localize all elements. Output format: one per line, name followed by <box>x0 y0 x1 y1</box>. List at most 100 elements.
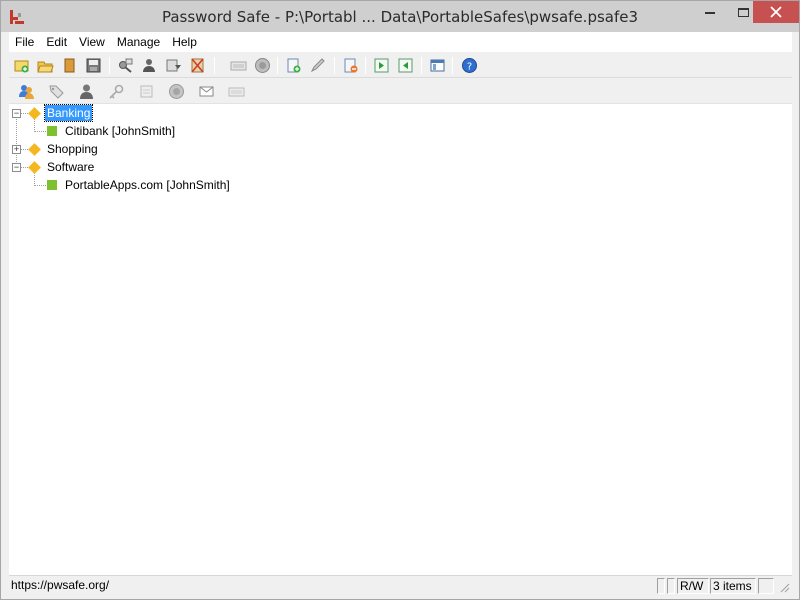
copy-notes-icon <box>166 59 181 72</box>
minimize-icon <box>705 12 715 14</box>
entry-label[interactable]: PortableApps.com [JohnSmith] <box>63 177 232 193</box>
close-database-button[interactable] <box>60 56 79 75</box>
title-bar[interactable]: Password Safe - P:\Portabl ... Data\Port… <box>1 1 799 32</box>
close-button[interactable] <box>753 1 799 23</box>
group-icon <box>28 160 41 174</box>
entry-tree[interactable]: − Banking Citibank [JohnSmith] + Shoppin… <box>9 103 792 575</box>
toolbar-separator <box>365 57 366 74</box>
copy-notes-button[interactable] <box>164 56 183 75</box>
tree-group-software[interactable]: Software <box>28 158 96 176</box>
copy-username-button[interactable] <box>140 56 159 75</box>
close-database-icon <box>64 58 75 73</box>
tree-entry-portableapps[interactable]: PortableApps.com [JohnSmith] <box>47 176 232 194</box>
tree-group-banking[interactable]: Banking <box>28 104 94 122</box>
open-database-icon <box>37 61 54 73</box>
autotype-icon <box>230 61 247 71</box>
close-icon <box>770 6 782 18</box>
delete-entry-button[interactable] <box>341 56 360 75</box>
window-title: Password Safe - P:\Portabl ... Data\Port… <box>161 8 639 26</box>
status-bar: https://pwsafe.org/ R/W 3 items <box>9 575 792 595</box>
toolbar-separator <box>452 57 453 74</box>
email-button[interactable] <box>197 82 216 101</box>
collapse-software-toggle[interactable]: − <box>12 163 21 172</box>
new-database-icon <box>14 60 29 73</box>
menu-file[interactable]: File <box>9 32 40 52</box>
browse-url-icon <box>255 58 270 73</box>
collapse-banking-toggle[interactable]: − <box>12 109 21 118</box>
open-database-button[interactable] <box>36 56 55 75</box>
email-icon <box>199 86 214 97</box>
collapse-all-button[interactable] <box>396 56 415 75</box>
key-button[interactable] <box>107 82 126 101</box>
clear-clipboard-button[interactable] <box>188 56 207 75</box>
resize-grip-icon[interactable] <box>778 581 790 593</box>
entry-icon <box>47 126 57 136</box>
entry-label[interactable]: Citibank [JohnSmith] <box>63 123 177 139</box>
keyboard-button[interactable] <box>227 82 246 101</box>
toolbar-separator <box>421 57 422 74</box>
menu-view[interactable]: View <box>73 32 111 52</box>
edit-entry-icon <box>310 58 325 73</box>
status-item-count: 3 items <box>710 578 756 594</box>
add-entry-button[interactable] <box>284 56 303 75</box>
tree-connector <box>34 131 46 132</box>
status-mode: R/W <box>677 578 709 594</box>
options-button[interactable] <box>428 56 447 75</box>
menu-bar: File Edit View Manage Help <box>9 32 792 52</box>
maximize-button[interactable] <box>733 1 753 23</box>
keyboard-icon <box>228 87 245 97</box>
help-icon: ? <box>462 58 477 73</box>
expand-all-button[interactable] <box>372 56 391 75</box>
status-pane-blank <box>758 578 774 594</box>
entry-icon <box>47 180 57 190</box>
user-button[interactable] <box>77 82 96 101</box>
group-icon <box>28 106 41 120</box>
toolbar-separator <box>214 57 215 74</box>
maximize-icon <box>737 7 749 17</box>
tags-icon <box>49 85 64 99</box>
note-button[interactable] <box>137 82 156 101</box>
tree-group-shopping[interactable]: Shopping <box>28 140 100 158</box>
minimize-button[interactable] <box>687 1 733 23</box>
expand-all-icon <box>374 58 389 73</box>
globe-button[interactable] <box>167 82 186 101</box>
menu-edit[interactable]: Edit <box>40 32 73 52</box>
note-icon <box>140 85 153 98</box>
toolbar-separator <box>277 57 278 74</box>
copy-username-icon <box>143 59 155 72</box>
tree-connector <box>16 113 17 168</box>
options-icon <box>430 59 445 72</box>
tags-button[interactable] <box>47 82 66 101</box>
group-label[interactable]: Software <box>45 159 96 175</box>
browse-url-button[interactable] <box>253 56 272 75</box>
save-database-icon <box>86 58 101 73</box>
status-url: https://pwsafe.org/ <box>11 578 110 592</box>
toolbar-separator <box>334 57 335 74</box>
status-pane-blank <box>657 578 665 594</box>
new-database-button[interactable] <box>12 56 31 75</box>
copy-password-button[interactable] <box>116 56 135 75</box>
group-icon <box>28 142 41 156</box>
svg-text:?: ? <box>467 62 472 73</box>
secondary-toolbar <box>9 79 792 104</box>
collapse-all-icon <box>398 58 413 73</box>
toolbar-separator <box>109 57 110 74</box>
edit-entry-button[interactable] <box>308 56 327 75</box>
group-label[interactable]: Banking <box>43 104 94 122</box>
menu-help[interactable]: Help <box>166 32 203 52</box>
menu-manage[interactable]: Manage <box>111 32 166 52</box>
tree-connector <box>34 185 46 186</box>
status-pane-blank <box>667 578 675 594</box>
clear-clipboard-icon <box>191 58 204 73</box>
save-database-button[interactable] <box>84 56 103 75</box>
copy-password-icon <box>119 58 133 73</box>
tree-entry-citibank[interactable]: Citibank [JohnSmith] <box>47 122 177 140</box>
user-icon <box>80 84 93 99</box>
find-users-button[interactable] <box>17 82 36 101</box>
key-icon <box>109 84 124 99</box>
expand-shopping-toggle[interactable]: + <box>12 145 21 154</box>
add-entry-icon <box>287 58 301 73</box>
autotype-button[interactable] <box>229 56 248 75</box>
help-button[interactable]: ? <box>460 56 479 75</box>
group-label[interactable]: Shopping <box>45 141 100 157</box>
